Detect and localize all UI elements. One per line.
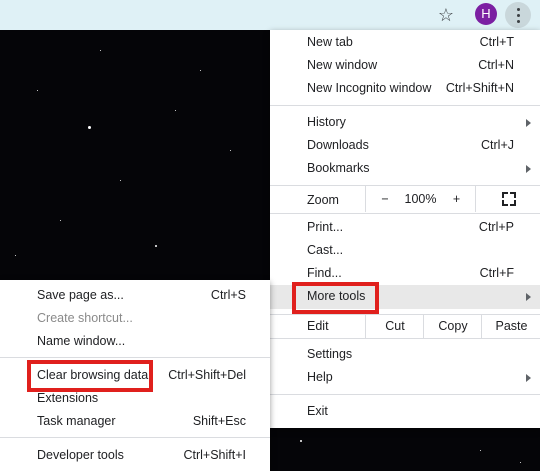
- menu-divider: [0, 437, 270, 438]
- menu-item-help[interactable]: Help: [270, 366, 540, 389]
- menu-item-label: Downloads: [307, 138, 369, 152]
- menu-divider: [270, 105, 540, 106]
- bookmark-star-icon[interactable]: ☆: [436, 5, 456, 25]
- chrome-main-menu: New tab Ctrl+T New window Ctrl+N New Inc…: [270, 30, 540, 428]
- star-dot: [120, 180, 121, 181]
- menu-item-label: Print...: [307, 220, 344, 234]
- menu-divider: [270, 394, 540, 395]
- chevron-right-icon: [526, 165, 531, 173]
- star-dot: [480, 450, 481, 451]
- menu-item-history[interactable]: History: [270, 111, 540, 134]
- star-dot: [175, 110, 176, 111]
- menu-item-label: Create shortcut...: [37, 311, 133, 325]
- chrome-menu-button[interactable]: [505, 2, 531, 28]
- more-tools-submenu: Save page as... Ctrl+S Create shortcut..…: [0, 280, 270, 471]
- star-dot: [60, 220, 61, 221]
- menu-item-label: Settings: [307, 347, 353, 361]
- star-dot: [37, 90, 38, 91]
- menu-item-label: New window: [307, 58, 378, 72]
- submenu-item-task-manager[interactable]: Task manager Shift+Esc: [0, 410, 270, 433]
- menu-divider: [270, 213, 540, 214]
- star-dot: [300, 440, 302, 442]
- star-dot: [200, 70, 201, 71]
- menu-item-shortcut: Ctrl+F: [479, 266, 514, 280]
- menu-divider: [270, 338, 540, 339]
- copy-button[interactable]: Copy: [423, 315, 482, 338]
- menu-divider: [0, 357, 270, 358]
- submenu-item-create-shortcut: Create shortcut...: [0, 307, 270, 330]
- zoom-in-button[interactable]: +: [438, 186, 475, 212]
- cut-button[interactable]: Cut: [365, 315, 424, 338]
- chevron-right-icon: [526, 119, 531, 127]
- menu-item-shortcut: Ctrl+J: [481, 138, 514, 152]
- browser-toolbar: ☆ H: [0, 0, 540, 30]
- profile-avatar[interactable]: H: [475, 3, 497, 25]
- menu-item-label: Developer tools: [37, 448, 124, 462]
- menu-item-shortcut: Ctrl+S: [210, 288, 246, 302]
- fullscreen-icon: [502, 192, 516, 206]
- annotation-red-box: [292, 282, 379, 314]
- menu-item-label: Exit: [307, 404, 328, 418]
- chevron-right-icon: [526, 293, 531, 301]
- menu-item-shortcut: Ctrl+Shift+N: [445, 81, 514, 95]
- menu-item-new-window[interactable]: New window Ctrl+N: [270, 54, 540, 77]
- submenu-item-save-page[interactable]: Save page as... Ctrl+S: [0, 284, 270, 307]
- menu-item-label: Help: [307, 370, 333, 384]
- menu-item-label: New Incognito window: [307, 81, 432, 95]
- zoom-label: Zoom: [307, 193, 339, 207]
- dot-icon: [516, 7, 520, 11]
- menu-item-label: Bookmarks: [307, 161, 370, 175]
- menu-item-label: History: [307, 115, 346, 129]
- menu-item-settings[interactable]: Settings: [270, 343, 540, 366]
- dot-icon: [516, 13, 520, 17]
- star-dot: [100, 50, 101, 51]
- menu-item-label: Task manager: [37, 414, 116, 428]
- submenu-item-extensions[interactable]: Extensions: [0, 387, 270, 410]
- menu-item-label: New tab: [307, 35, 353, 49]
- menu-item-new-tab[interactable]: New tab Ctrl+T: [270, 31, 540, 54]
- menu-item-shortcut: Shift+Esc: [192, 414, 246, 428]
- menu-item-exit[interactable]: Exit: [270, 400, 540, 423]
- menu-item-label: Cast...: [307, 243, 344, 257]
- menu-item-print[interactable]: Print... Ctrl+P: [270, 216, 540, 239]
- menu-item-label: Extensions: [37, 391, 99, 405]
- zoom-out-button[interactable]: −: [365, 186, 404, 212]
- menu-item-shortcut: Ctrl+Shift+Del: [168, 368, 246, 382]
- submenu-item-developer-tools[interactable]: Developer tools Ctrl+Shift+I: [0, 444, 270, 467]
- menu-item-shortcut: Ctrl+N: [478, 58, 514, 72]
- chevron-right-icon: [526, 374, 531, 382]
- menu-item-cast[interactable]: Cast...: [270, 239, 540, 262]
- dot-icon: [516, 19, 520, 23]
- paste-button[interactable]: Paste: [481, 315, 540, 338]
- submenu-item-name-window[interactable]: Name window...: [0, 330, 270, 353]
- menu-item-downloads[interactable]: Downloads Ctrl+J: [270, 134, 540, 157]
- star-dot: [155, 245, 157, 247]
- menu-item-bookmarks[interactable]: Bookmarks: [270, 157, 540, 180]
- menu-item-label: Name window...: [37, 334, 126, 348]
- zoom-level-value: 100%: [404, 192, 437, 206]
- edit-label: Edit: [307, 319, 329, 333]
- menu-item-shortcut: Ctrl+Shift+I: [183, 448, 246, 462]
- star-dot: [230, 150, 231, 151]
- fullscreen-button[interactable]: [475, 186, 540, 212]
- star-dot: [15, 255, 16, 256]
- menu-item-shortcut: Ctrl+T: [479, 35, 514, 49]
- star-dot: [88, 126, 91, 129]
- menu-item-label: Save page as...: [37, 288, 124, 302]
- menu-item-shortcut: Ctrl+P: [478, 220, 514, 234]
- menu-item-new-incognito[interactable]: New Incognito window Ctrl+Shift+N: [270, 77, 540, 100]
- star-dot: [520, 462, 521, 463]
